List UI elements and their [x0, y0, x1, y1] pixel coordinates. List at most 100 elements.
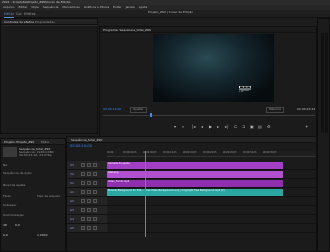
comparison-icon[interactable]: ▤ [258, 124, 262, 129]
tab-media[interactable]: Mídia [41, 139, 49, 145]
toggle-sync-icon[interactable] [87, 172, 91, 176]
track-header: A1 [67, 188, 107, 196]
fit-dropdown[interactable]: Ajustar [130, 107, 147, 113]
toggle-solo-icon[interactable] [87, 199, 91, 203]
toggle-lock-icon[interactable] [81, 163, 85, 167]
project-label-filetype: Tipo de arquivo [37, 194, 61, 198]
mic-icon[interactable] [93, 199, 97, 203]
mic-icon[interactable] [93, 190, 97, 194]
time-ruler[interactable]: 00:00 00:00:04:23 00:00:09:23 00:00:14:2… [107, 151, 316, 157]
toggle-lock-icon[interactable] [81, 181, 85, 185]
ruler-tick: 00:00:24:23 [203, 151, 217, 154]
panel-tabs: Projeto: Projeto_Z90 Mídia [1, 139, 65, 145]
tab-project[interactable]: Projeto: Projeto_Z90 [4, 139, 34, 145]
mic-icon[interactable] [93, 226, 97, 230]
project-value-2: 0,0 [15, 223, 20, 227]
ruler-tick: 00:00 [107, 151, 114, 154]
timeline-playhead[interactable] [145, 151, 146, 237]
track-name[interactable]: A5 [70, 226, 74, 230]
timeline-timecode[interactable]: 00:00:10:00 [70, 144, 92, 148]
track-row: A5 [67, 224, 318, 233]
toggle-mute-icon[interactable] [81, 217, 85, 221]
vu-meter-left [321, 33, 324, 133]
program-video-frame[interactable]: Z90 [153, 34, 274, 102]
track-name[interactable]: A1 [70, 190, 74, 194]
toggle-visibility-icon[interactable] [93, 172, 97, 176]
project-item-detail-2: 00:00:24:18, 23,976p [19, 153, 52, 157]
toggle-mute-icon[interactable] [81, 190, 85, 194]
track-header: V3 [67, 161, 107, 169]
toggle-mute-icon[interactable] [81, 226, 85, 230]
track-name[interactable]: V1 [70, 181, 74, 185]
tab-sequence[interactable]: Sequência_total_Z90 [71, 137, 102, 143]
transport-controls: ▾ ▿ |◂ ◂ ▶ ▸ ▸| ⊏ ⊐ ▣ ▤ ⚙ + [100, 122, 318, 132]
clip-video-background[interactable]: Video_Fundo.mp4 [107, 180, 283, 187]
track-row: A3 [67, 206, 318, 215]
toggle-sync-icon[interactable] [87, 181, 91, 185]
toggle-mute-icon[interactable] [81, 199, 85, 203]
tab-program[interactable]: Programa: Sequência_total_Z90 [103, 27, 151, 33]
track-name[interactable]: A4 [70, 217, 74, 221]
project-title: Projeto_Z90 | Curso de Edição [148, 10, 193, 14]
sequence-thumbnail[interactable] [3, 147, 17, 157]
mic-icon[interactable] [93, 208, 97, 212]
toggle-visibility-icon[interactable] [93, 181, 97, 185]
clip-audio-music[interactable]: Musical Background for Edit ... Free Vid… [107, 189, 283, 196]
project-value-1: 48 [3, 223, 7, 227]
toggle-lock-icon[interactable] [81, 172, 85, 176]
program-monitor-panel: Programa: Sequência_total_Z90 Z90 00:00:… [99, 26, 317, 138]
track-header: A2 [67, 197, 107, 205]
clip-png[interactable]: CNA.png [107, 171, 283, 178]
timeline-panel: Sequência_total_Z90 00:00:10:00 00:00 00… [66, 136, 318, 252]
toggle-solo-icon[interactable] [87, 226, 91, 230]
track-header: V2 [67, 170, 107, 178]
panel-tabs: Programa: Sequência_total_Z90 [100, 27, 316, 33]
ruler-tick: 00:00:34:23 [243, 151, 257, 154]
mark-in-icon[interactable]: ▾ [174, 124, 176, 129]
toggle-solo-icon[interactable] [87, 208, 91, 212]
track-name[interactable]: A2 [70, 199, 74, 203]
effect-controls-panel: Controles de efeitos Propriedades [0, 18, 98, 134]
ruler-tick: 00:00:19:23 [183, 151, 197, 154]
step-back-frame-icon[interactable]: ◂ [201, 124, 203, 129]
step-forward-end-icon[interactable]: ▸| [225, 124, 228, 129]
mic-icon[interactable] [93, 217, 97, 221]
toggle-mute-icon[interactable] [81, 208, 85, 212]
lift-icon[interactable]: ⊏ [234, 124, 237, 129]
clip-adjustment-layer[interactable]: Camada de ajuste [107, 162, 283, 169]
quality-dropdown[interactable]: Máxima [266, 107, 284, 113]
mark-out-icon[interactable]: ▿ [182, 124, 184, 129]
track-header: A3 [67, 206, 107, 214]
program-timecode[interactable]: 00:00:10:00 [103, 107, 121, 111]
track-name[interactable]: V3 [70, 163, 74, 167]
audio-meter-panel [317, 18, 330, 252]
project-value-3: 0,0 [3, 233, 8, 237]
workspace-tab-cor[interactable]: Cor [16, 12, 22, 17]
workspace-tab-efeitos[interactable]: Efeitos [24, 12, 36, 17]
track-name[interactable]: V2 [70, 172, 74, 176]
toggle-visibility-icon[interactable] [93, 163, 97, 167]
project-label-overlay: Sobrepor [3, 203, 17, 207]
track-name[interactable]: A3 [70, 208, 74, 212]
step-back-icon[interactable]: |◂ [192, 124, 195, 129]
step-forward-icon[interactable]: ▸ [217, 124, 219, 129]
workspace-bar: Editar Cor Efeitos Projeto_Z90 | Curso d… [0, 10, 330, 18]
program-scrubber[interactable] [103, 115, 315, 116]
export-frame-icon[interactable]: ▣ [250, 124, 254, 129]
track-header: V1 [67, 179, 107, 187]
toggle-sync-icon[interactable] [87, 163, 91, 167]
track-header: A4 [67, 215, 107, 223]
ruler-tick: 00:00:29:23 [223, 151, 237, 154]
program-playhead[interactable] [150, 113, 152, 117]
track-header: A5 [67, 224, 107, 232]
project-label-sync: Sincronização [3, 213, 24, 217]
play-icon[interactable]: ▶ [209, 124, 212, 129]
toggle-solo-icon[interactable] [87, 190, 91, 194]
toggle-solo-icon[interactable] [87, 217, 91, 221]
panel-tabs: Sequência_total_Z90 [67, 137, 316, 143]
extract-icon[interactable]: ⊐ [242, 124, 245, 129]
project-panel: Projeto: Projeto_Z90 Mídia Sequência_tot… [0, 138, 66, 252]
settings-icon[interactable]: ⚙ [267, 124, 271, 129]
add-icon[interactable]: + [305, 124, 308, 129]
project-label-sequence: Sequência de Ação [3, 171, 32, 175]
